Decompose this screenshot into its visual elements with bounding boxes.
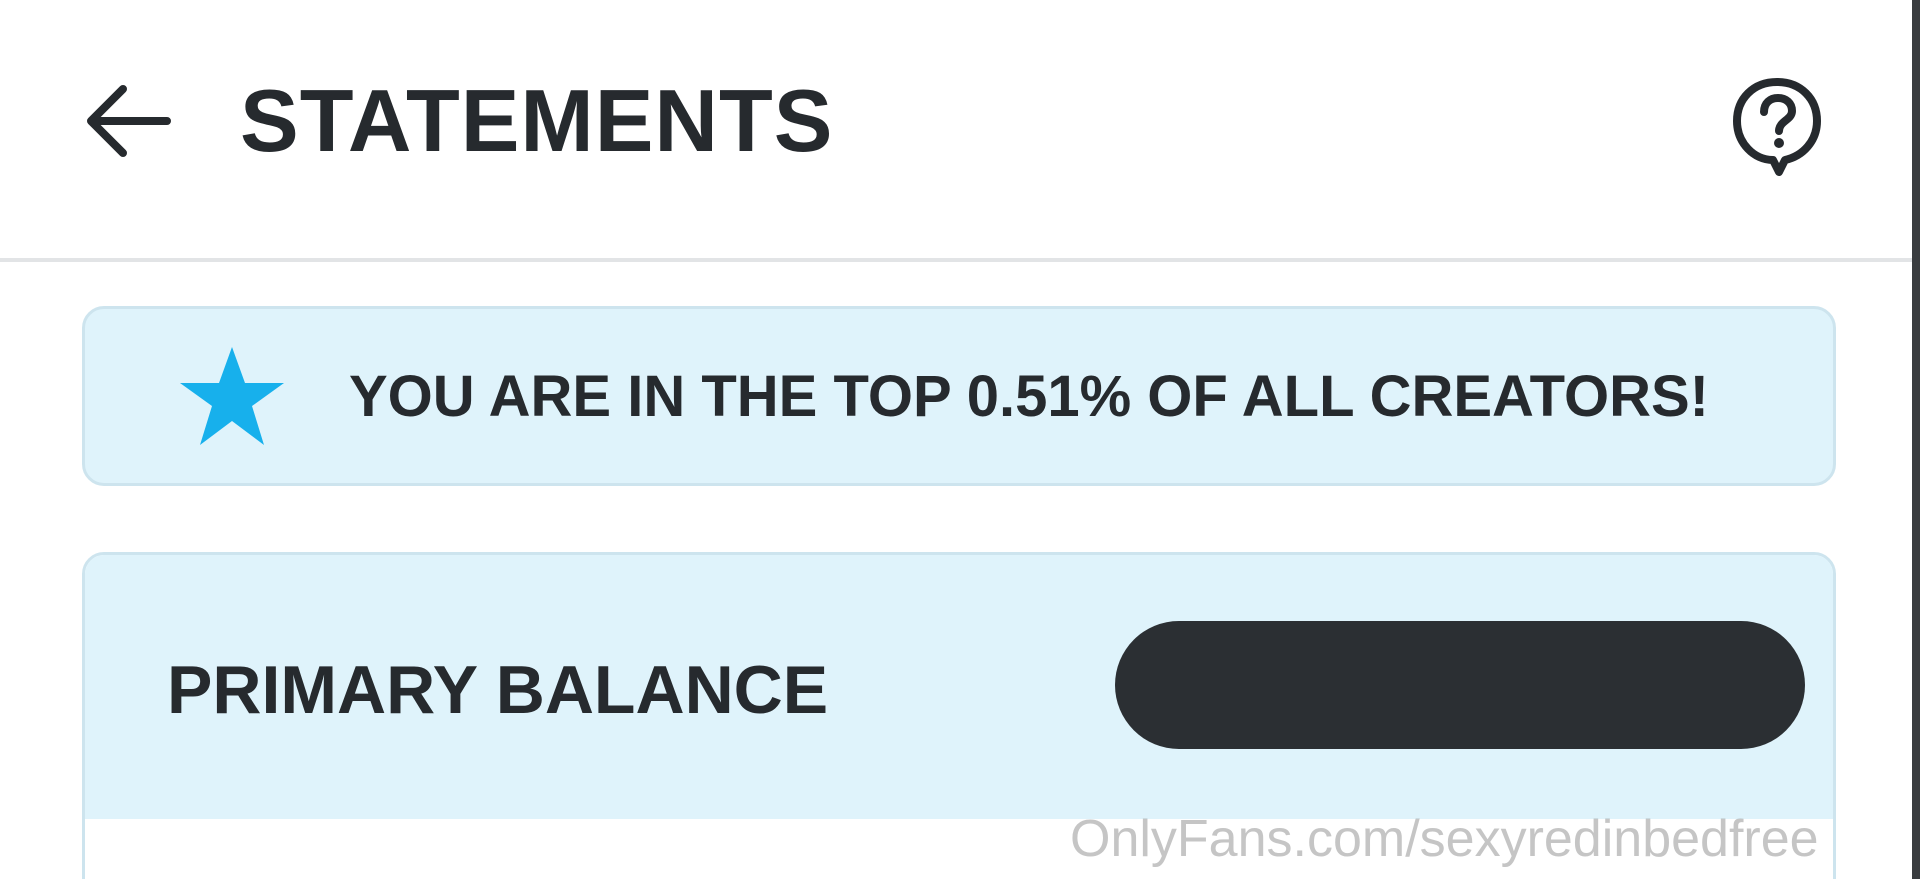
statements-screen: STATEMENTS YOU ARE IN THE TOP 0.51% OF A… (0, 0, 1920, 879)
creator-rank-banner: YOU ARE IN THE TOP 0.51% OF ALL CREATORS… (82, 306, 1836, 486)
creator-rank-text: YOU ARE IN THE TOP 0.51% OF ALL CREATORS… (349, 364, 1709, 429)
page-title: STATEMENTS (240, 71, 834, 170)
header-divider (0, 258, 1912, 262)
primary-balance-card[interactable]: PRIMARY BALANCE (82, 552, 1836, 879)
primary-balance-label: PRIMARY BALANCE (167, 652, 829, 728)
help-button[interactable] (1722, 74, 1832, 184)
balance-card-header: PRIMARY BALANCE (85, 555, 1833, 819)
back-button[interactable] (78, 78, 178, 168)
app-header: STATEMENTS (0, 0, 1912, 262)
question-bubble-icon (1727, 74, 1827, 185)
arrow-left-icon (83, 81, 173, 166)
balance-value-redacted (1115, 621, 1805, 749)
star-icon (177, 345, 287, 449)
screen-edge (1912, 0, 1920, 879)
